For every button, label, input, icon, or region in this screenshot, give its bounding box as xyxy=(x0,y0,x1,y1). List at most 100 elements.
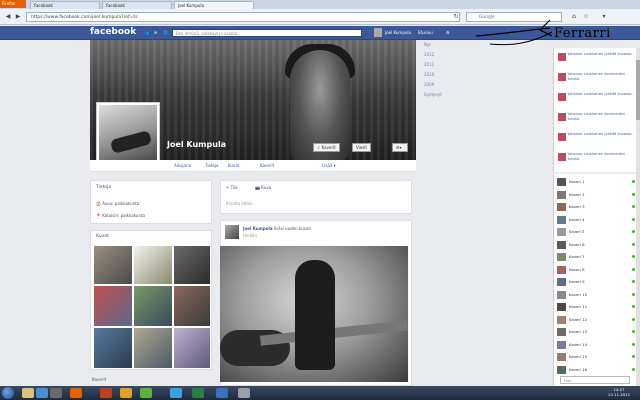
explorer-icon[interactable] xyxy=(22,388,34,398)
app-icon[interactable] xyxy=(50,388,62,398)
composer-tab-photo[interactable]: 📷 Kuva xyxy=(255,185,271,190)
chat-friend-item[interactable]: Kaveri 6 xyxy=(554,239,638,251)
firefox-icon[interactable] xyxy=(70,388,82,398)
chat-friend-item[interactable]: Kaveri 16 xyxy=(554,364,638,376)
tab-more[interactable]: Lisää ▾ xyxy=(322,163,336,168)
chrome-icon[interactable] xyxy=(120,388,132,398)
chat-friend-name: Kaveri 3 xyxy=(569,204,585,209)
ticker-avatar xyxy=(558,73,566,81)
app-icon[interactable] xyxy=(192,388,204,398)
back-icon[interactable]: ◀ xyxy=(4,13,12,21)
url-bar[interactable]: https://www.facebook.com/joel.kumpula?re… xyxy=(26,12,460,22)
friends-button[interactable]: ✓ Kaverit xyxy=(313,143,340,152)
online-status-icon xyxy=(632,180,635,183)
scrubber-year[interactable]: 2011 xyxy=(424,62,434,67)
tab-friends[interactable]: Kaverit xyxy=(260,163,274,168)
messages-icon[interactable]: ✉ xyxy=(154,30,157,35)
start-button[interactable] xyxy=(2,387,14,399)
post-action: lisäsi uuden kuvan xyxy=(273,226,312,231)
chat-friend-item[interactable]: Kaveri 9 xyxy=(554,276,638,288)
message-button[interactable]: Viesti xyxy=(352,143,371,152)
chat-friend-item[interactable]: Kaveri 8 xyxy=(554,264,638,276)
chat-friend-item[interactable]: Kaveri 1 xyxy=(554,176,638,188)
friends-section-label[interactable]: Kaverit xyxy=(92,377,106,382)
photo-thumb[interactable] xyxy=(173,285,211,327)
ticker-item[interactable]: Johanna Laukkanen kommentoi kuvaa. xyxy=(554,70,638,90)
skype-icon[interactable] xyxy=(170,388,182,398)
ticker-avatar xyxy=(558,93,566,101)
scrollbar-thumb[interactable] xyxy=(636,60,640,120)
ticker-item[interactable]: Johanna Laukkanen tykkää kuvasta. xyxy=(554,130,638,150)
taskbar-clock[interactable]: 14:27 23.11.2012 xyxy=(604,387,634,397)
photo-thumb[interactable] xyxy=(93,285,133,327)
ticker-item[interactable]: Johanna Laukkanen kommentoi kuvaa. xyxy=(554,110,638,130)
chat-friend-name: Kaveri 5 xyxy=(569,229,585,234)
chat-friend-item[interactable]: Kaveri 13 xyxy=(554,326,638,338)
photo-thumb[interactable] xyxy=(133,327,173,369)
home-link[interactable]: Etusivu xyxy=(418,30,433,35)
browser-tab-1[interactable]: Facebook xyxy=(30,1,100,9)
chat-friend-item[interactable]: Kaveri 2 xyxy=(554,189,638,201)
reload-icon[interactable]: ↻ xyxy=(452,13,460,21)
scrubber-year[interactable]: Nyt xyxy=(424,42,431,47)
browser-tab-3[interactable]: Joel Kumpula xyxy=(174,1,254,9)
post-author[interactable]: Joel Kumpula xyxy=(243,226,273,231)
ticker-item[interactable]: Johanna Laukkanen kommentoi kuvaa. xyxy=(554,150,638,170)
user-avatar[interactable] xyxy=(374,28,382,37)
spotify-icon[interactable] xyxy=(140,388,152,398)
notifications-icon[interactable]: 🌐 xyxy=(163,30,168,35)
chat-search-input[interactable]: Hae xyxy=(560,376,630,384)
ticker-item[interactable]: Johanna Laukkanen tykkää kuvasta. xyxy=(554,90,638,110)
photos-title[interactable]: Kuvat xyxy=(96,234,109,239)
browser-tab-2[interactable]: Facebook xyxy=(102,1,172,9)
post-photo[interactable] xyxy=(220,246,408,382)
post-author-avatar[interactable] xyxy=(225,225,239,239)
scrubber-year[interactable]: 2012 xyxy=(424,52,434,57)
chat-friend-item[interactable]: Kaveri 5 xyxy=(554,226,638,238)
photos-box: Kuvat xyxy=(90,230,212,370)
tab-photos[interactable]: Kuvat xyxy=(228,163,239,168)
online-status-icon xyxy=(632,367,635,371)
composer-tab-label: Kuva xyxy=(261,185,272,190)
friend-requests-icon[interactable]: 👥 xyxy=(144,30,149,35)
scrubber-year[interactable]: Syntynyt xyxy=(424,92,442,97)
app-icon[interactable] xyxy=(216,388,228,398)
settings-gear-icon[interactable]: ⚙ xyxy=(446,30,450,35)
composer-tab-status[interactable]: ✎ Tila xyxy=(226,185,238,190)
chat-friend-item[interactable]: Kaveri 3 xyxy=(554,201,638,213)
chat-friend-item[interactable]: Kaveri 7 xyxy=(554,251,638,263)
photo-thumb[interactable] xyxy=(133,285,173,327)
photo-thumb[interactable] xyxy=(133,245,173,285)
app-icon[interactable] xyxy=(238,388,250,398)
firefox-menu-button[interactable]: Firefox xyxy=(0,0,26,8)
chat-friend-item[interactable]: Kaveri 11 xyxy=(554,301,638,313)
tab-about[interactable]: Tietoja xyxy=(205,163,218,168)
chat-friend-item[interactable]: Kaveri 4 xyxy=(554,214,638,226)
post-time[interactable]: tänään xyxy=(243,233,257,238)
facebook-logo[interactable]: facebook xyxy=(90,27,136,37)
facebook-search-input[interactable]: Etsi ihmisiä, paikkoja ja asioita xyxy=(172,29,362,37)
photo-thumb[interactable] xyxy=(93,327,133,369)
chat-friend-item[interactable]: Kaveri 15 xyxy=(554,351,638,363)
forward-icon[interactable]: ▶ xyxy=(14,13,22,21)
photo-thumb[interactable] xyxy=(93,245,133,285)
ticker-item[interactable]: Johanna Laukkanen tykkää kuvasta. xyxy=(554,50,638,70)
tab-timeline[interactable]: Aikajana xyxy=(174,163,191,168)
app-icon[interactable] xyxy=(100,388,112,398)
chat-friend-item[interactable]: Kaveri 12 xyxy=(554,314,638,326)
online-status-icon xyxy=(632,280,635,283)
composer-input[interactable]: Kirjoita jotain... xyxy=(226,201,256,206)
profile-picture[interactable] xyxy=(96,102,160,166)
app-icon[interactable] xyxy=(36,388,48,398)
chat-friend-item[interactable]: Kaveri 10 xyxy=(554,289,638,301)
chat-friend-item[interactable]: Kaveri 14 xyxy=(554,339,638,351)
chat-friend-name: Kaveri 7 xyxy=(569,254,585,259)
profile-name[interactable]: Joel Kumpula xyxy=(167,140,226,149)
settings-gear-icon[interactable]: ⚙▾ xyxy=(392,143,408,152)
photo-thumb[interactable] xyxy=(173,245,211,285)
scrubber-year[interactable]: 2010 xyxy=(424,72,434,77)
user-name-link[interactable]: Joel Kumpula xyxy=(385,30,411,35)
scrubber-year[interactable]: 2009 xyxy=(424,82,434,87)
photo-thumb[interactable] xyxy=(173,327,211,369)
about-title[interactable]: Tietoja xyxy=(96,185,111,190)
